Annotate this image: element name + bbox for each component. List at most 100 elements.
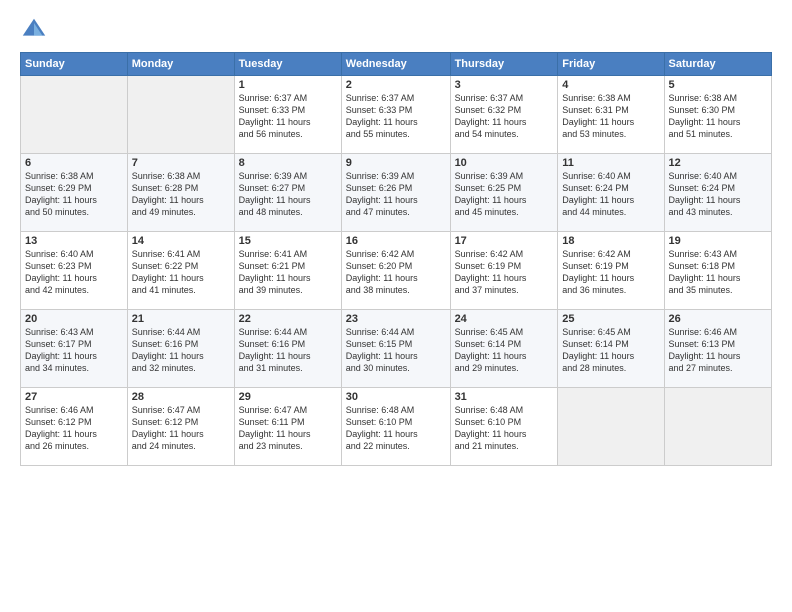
day-cell: 11Sunrise: 6:40 AM Sunset: 6:24 PM Dayli…: [558, 154, 664, 232]
week-row-4: 20Sunrise: 6:43 AM Sunset: 6:17 PM Dayli…: [21, 310, 772, 388]
day-number: 9: [346, 157, 446, 169]
day-info: Sunrise: 6:48 AM Sunset: 6:10 PM Dayligh…: [455, 404, 554, 453]
day-info: Sunrise: 6:40 AM Sunset: 6:23 PM Dayligh…: [25, 248, 123, 297]
day-cell: 29Sunrise: 6:47 AM Sunset: 6:11 PM Dayli…: [234, 388, 341, 466]
day-info: Sunrise: 6:37 AM Sunset: 6:33 PM Dayligh…: [346, 92, 446, 141]
day-cell: 1Sunrise: 6:37 AM Sunset: 6:33 PM Daylig…: [234, 76, 341, 154]
day-info: Sunrise: 6:47 AM Sunset: 6:12 PM Dayligh…: [132, 404, 230, 453]
day-cell: 5Sunrise: 6:38 AM Sunset: 6:30 PM Daylig…: [664, 76, 771, 154]
day-cell: 20Sunrise: 6:43 AM Sunset: 6:17 PM Dayli…: [21, 310, 128, 388]
day-info: Sunrise: 6:38 AM Sunset: 6:31 PM Dayligh…: [562, 92, 659, 141]
day-number: 28: [132, 391, 230, 403]
day-cell: 26Sunrise: 6:46 AM Sunset: 6:13 PM Dayli…: [664, 310, 771, 388]
day-cell: 7Sunrise: 6:38 AM Sunset: 6:28 PM Daylig…: [127, 154, 234, 232]
day-number: 27: [25, 391, 123, 403]
weekday-header-monday: Monday: [127, 53, 234, 76]
day-cell: 6Sunrise: 6:38 AM Sunset: 6:29 PM Daylig…: [21, 154, 128, 232]
day-info: Sunrise: 6:40 AM Sunset: 6:24 PM Dayligh…: [562, 170, 659, 219]
day-number: 22: [239, 313, 337, 325]
day-number: 25: [562, 313, 659, 325]
day-cell: [558, 388, 664, 466]
day-cell: 9Sunrise: 6:39 AM Sunset: 6:26 PM Daylig…: [341, 154, 450, 232]
day-info: Sunrise: 6:39 AM Sunset: 6:25 PM Dayligh…: [455, 170, 554, 219]
day-info: Sunrise: 6:37 AM Sunset: 6:32 PM Dayligh…: [455, 92, 554, 141]
calendar: SundayMondayTuesdayWednesdayThursdayFrid…: [20, 52, 772, 466]
day-info: Sunrise: 6:48 AM Sunset: 6:10 PM Dayligh…: [346, 404, 446, 453]
day-cell: 2Sunrise: 6:37 AM Sunset: 6:33 PM Daylig…: [341, 76, 450, 154]
day-cell: 22Sunrise: 6:44 AM Sunset: 6:16 PM Dayli…: [234, 310, 341, 388]
day-cell: 3Sunrise: 6:37 AM Sunset: 6:32 PM Daylig…: [450, 76, 558, 154]
day-info: Sunrise: 6:45 AM Sunset: 6:14 PM Dayligh…: [562, 326, 659, 375]
day-cell: [127, 76, 234, 154]
day-cell: 31Sunrise: 6:48 AM Sunset: 6:10 PM Dayli…: [450, 388, 558, 466]
day-info: Sunrise: 6:41 AM Sunset: 6:22 PM Dayligh…: [132, 248, 230, 297]
day-number: 29: [239, 391, 337, 403]
day-info: Sunrise: 6:45 AM Sunset: 6:14 PM Dayligh…: [455, 326, 554, 375]
week-row-5: 27Sunrise: 6:46 AM Sunset: 6:12 PM Dayli…: [21, 388, 772, 466]
day-cell: 13Sunrise: 6:40 AM Sunset: 6:23 PM Dayli…: [21, 232, 128, 310]
day-number: 17: [455, 235, 554, 247]
day-number: 16: [346, 235, 446, 247]
day-number: 12: [669, 157, 767, 169]
day-number: 19: [669, 235, 767, 247]
day-cell: 28Sunrise: 6:47 AM Sunset: 6:12 PM Dayli…: [127, 388, 234, 466]
day-cell: 24Sunrise: 6:45 AM Sunset: 6:14 PM Dayli…: [450, 310, 558, 388]
day-info: Sunrise: 6:46 AM Sunset: 6:13 PM Dayligh…: [669, 326, 767, 375]
week-row-2: 6Sunrise: 6:38 AM Sunset: 6:29 PM Daylig…: [21, 154, 772, 232]
day-cell: 10Sunrise: 6:39 AM Sunset: 6:25 PM Dayli…: [450, 154, 558, 232]
day-number: 2: [346, 79, 446, 91]
day-info: Sunrise: 6:44 AM Sunset: 6:15 PM Dayligh…: [346, 326, 446, 375]
day-cell: 16Sunrise: 6:42 AM Sunset: 6:20 PM Dayli…: [341, 232, 450, 310]
day-number: 23: [346, 313, 446, 325]
day-cell: [664, 388, 771, 466]
day-cell: 18Sunrise: 6:42 AM Sunset: 6:19 PM Dayli…: [558, 232, 664, 310]
day-cell: 17Sunrise: 6:42 AM Sunset: 6:19 PM Dayli…: [450, 232, 558, 310]
day-cell: 15Sunrise: 6:41 AM Sunset: 6:21 PM Dayli…: [234, 232, 341, 310]
week-row-3: 13Sunrise: 6:40 AM Sunset: 6:23 PM Dayli…: [21, 232, 772, 310]
day-info: Sunrise: 6:44 AM Sunset: 6:16 PM Dayligh…: [132, 326, 230, 375]
day-info: Sunrise: 6:37 AM Sunset: 6:33 PM Dayligh…: [239, 92, 337, 141]
day-number: 10: [455, 157, 554, 169]
header: [20, 16, 772, 44]
day-info: Sunrise: 6:42 AM Sunset: 6:19 PM Dayligh…: [562, 248, 659, 297]
day-number: 30: [346, 391, 446, 403]
day-number: 7: [132, 157, 230, 169]
day-cell: 19Sunrise: 6:43 AM Sunset: 6:18 PM Dayli…: [664, 232, 771, 310]
day-cell: 25Sunrise: 6:45 AM Sunset: 6:14 PM Dayli…: [558, 310, 664, 388]
day-number: 26: [669, 313, 767, 325]
day-info: Sunrise: 6:38 AM Sunset: 6:28 PM Dayligh…: [132, 170, 230, 219]
day-info: Sunrise: 6:44 AM Sunset: 6:16 PM Dayligh…: [239, 326, 337, 375]
day-number: 1: [239, 79, 337, 91]
weekday-header-row: SundayMondayTuesdayWednesdayThursdayFrid…: [21, 53, 772, 76]
weekday-header-wednesday: Wednesday: [341, 53, 450, 76]
day-cell: 12Sunrise: 6:40 AM Sunset: 6:24 PM Dayli…: [664, 154, 771, 232]
day-cell: 30Sunrise: 6:48 AM Sunset: 6:10 PM Dayli…: [341, 388, 450, 466]
day-number: 8: [239, 157, 337, 169]
logo: [20, 16, 52, 44]
day-cell: 4Sunrise: 6:38 AM Sunset: 6:31 PM Daylig…: [558, 76, 664, 154]
day-cell: 14Sunrise: 6:41 AM Sunset: 6:22 PM Dayli…: [127, 232, 234, 310]
day-cell: 23Sunrise: 6:44 AM Sunset: 6:15 PM Dayli…: [341, 310, 450, 388]
day-number: 6: [25, 157, 123, 169]
weekday-header-friday: Friday: [558, 53, 664, 76]
day-number: 14: [132, 235, 230, 247]
weekday-header-sunday: Sunday: [21, 53, 128, 76]
weekday-header-tuesday: Tuesday: [234, 53, 341, 76]
day-info: Sunrise: 6:40 AM Sunset: 6:24 PM Dayligh…: [669, 170, 767, 219]
day-info: Sunrise: 6:39 AM Sunset: 6:27 PM Dayligh…: [239, 170, 337, 219]
day-cell: [21, 76, 128, 154]
day-number: 31: [455, 391, 554, 403]
day-info: Sunrise: 6:38 AM Sunset: 6:29 PM Dayligh…: [25, 170, 123, 219]
day-info: Sunrise: 6:39 AM Sunset: 6:26 PM Dayligh…: [346, 170, 446, 219]
day-number: 20: [25, 313, 123, 325]
day-number: 21: [132, 313, 230, 325]
day-number: 5: [669, 79, 767, 91]
day-cell: 8Sunrise: 6:39 AM Sunset: 6:27 PM Daylig…: [234, 154, 341, 232]
weekday-header-thursday: Thursday: [450, 53, 558, 76]
weekday-header-saturday: Saturday: [664, 53, 771, 76]
day-number: 15: [239, 235, 337, 247]
day-info: Sunrise: 6:43 AM Sunset: 6:17 PM Dayligh…: [25, 326, 123, 375]
day-number: 18: [562, 235, 659, 247]
day-info: Sunrise: 6:42 AM Sunset: 6:20 PM Dayligh…: [346, 248, 446, 297]
day-info: Sunrise: 6:41 AM Sunset: 6:21 PM Dayligh…: [239, 248, 337, 297]
